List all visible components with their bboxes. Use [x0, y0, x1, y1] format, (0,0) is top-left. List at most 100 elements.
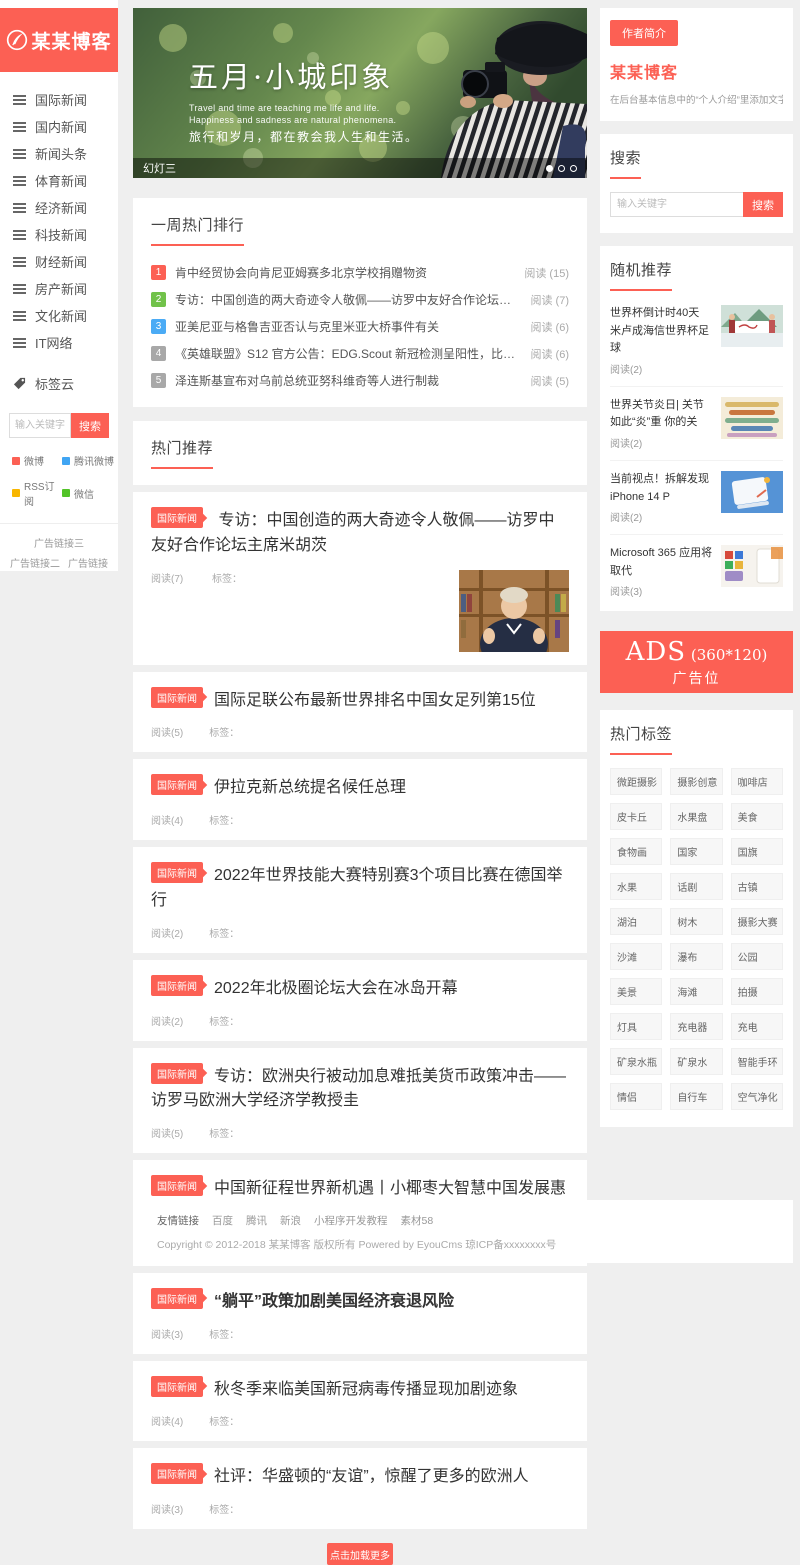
site-logo[interactable]: 某某博客	[0, 8, 118, 72]
article-thumbnail[interactable]	[459, 570, 569, 652]
tag-item[interactable]: 美景	[610, 978, 662, 1005]
tag-item[interactable]: 瀑布	[670, 943, 722, 970]
article-title[interactable]: 2022年世界技能大赛特别赛3个项目比赛在德国举行	[151, 867, 563, 909]
article-title[interactable]: 专访：欧洲央行被动加息难抵美货币政策冲击——访罗马欧洲大学经济学教授圭	[151, 1068, 566, 1110]
social-link[interactable]: 微博	[12, 453, 58, 468]
tag-item[interactable]: 灯具	[610, 1013, 662, 1040]
sidebar-search-input[interactable]	[9, 413, 71, 438]
tag-item[interactable]: 沙滩	[610, 943, 662, 970]
article-category-badge[interactable]: 国际新闻	[151, 975, 203, 996]
ad-link[interactable]: 广告链接三	[34, 535, 84, 555]
article-category-badge[interactable]: 国际新闻	[151, 1376, 203, 1397]
tag-item[interactable]: 皮卡丘	[610, 803, 662, 830]
sidebar-nav-item[interactable]: 体育新闻	[0, 167, 118, 194]
ad-link[interactable]: 广告链接二	[10, 555, 60, 575]
tag-item[interactable]: 微距摄影	[610, 768, 662, 795]
article-title[interactable]: 伊拉克新总统提名候任总理	[214, 779, 406, 796]
article-title[interactable]: 2022年北极圈论坛大会在冰岛开幕	[214, 980, 458, 997]
recommend-thumbnail[interactable]	[721, 397, 783, 439]
tag-item[interactable]: 古镇	[731, 873, 783, 900]
tag-item[interactable]: 水果盘	[670, 803, 722, 830]
article-card: 国际新闻社评：华盛顿的“友谊”，惊醒了更多的欧洲人 阅读(3)标签：	[133, 1448, 587, 1529]
sidebar-search: 搜索	[9, 413, 109, 438]
author-name[interactable]: 某某博客	[610, 59, 783, 83]
social-link[interactable]: 微信	[62, 478, 118, 508]
recommend-item-title[interactable]: 世界杯倒计时40天 米卢成海信世界杯足球	[610, 305, 713, 358]
tag-item[interactable]: 水果	[610, 873, 662, 900]
sidebar-nav-item[interactable]: 财经新闻	[0, 248, 118, 275]
rank-item-title[interactable]: 肯中经贸协会向肯尼亚姆赛多北京学校捐赠物资	[175, 264, 514, 281]
ad-link[interactable]: 广告链接	[68, 555, 108, 575]
rank-item-title[interactable]: 专访：中国创造的两大奇迹令人敬佩——访罗中友好合作论坛主席米胡茨	[175, 291, 521, 308]
tag-item[interactable]: 摄影大赛	[731, 908, 783, 935]
ad-banner[interactable]: ADS (360*120) 广告位	[600, 631, 793, 693]
recommend-item-title[interactable]: 世界关节炎日| 关节如此“炎”重 你的关	[610, 397, 713, 432]
article-category-badge[interactable]: 国际新闻	[151, 862, 203, 883]
social-link[interactable]: RSS订阅	[12, 478, 58, 508]
footer-link[interactable]: 新浪	[280, 1213, 301, 1228]
social-link[interactable]: 腾讯微博	[62, 453, 118, 468]
sidebar-nav-item[interactable]: IT网络	[0, 329, 118, 356]
rank-item-title[interactable]: 亚美尼亚与格鲁吉亚否认与克里米亚大桥事件有关	[175, 318, 521, 335]
sidebar-nav-item[interactable]: 国内新闻	[0, 113, 118, 140]
slider-dot[interactable]	[570, 165, 577, 172]
footer-link[interactable]: 素材58	[401, 1213, 434, 1228]
article-category-badge[interactable]: 国际新闻	[151, 507, 203, 528]
article-category-badge[interactable]: 国际新闻	[151, 687, 203, 708]
footer-link[interactable]: 百度	[212, 1213, 233, 1228]
article-category-badge[interactable]: 国际新闻	[151, 774, 203, 795]
sidebar-nav-item[interactable]: 文化新闻	[0, 302, 118, 329]
rank-item-title[interactable]: 《英雄联盟》S12 官方公告：EDG.Scout 新冠检测呈阳性，比赛顺序可能发	[175, 345, 521, 362]
tag-item[interactable]: 湖泊	[610, 908, 662, 935]
article-category-badge[interactable]: 国际新闻	[151, 1063, 203, 1084]
footer-link[interactable]: 小程序开发教程	[314, 1213, 388, 1228]
tag-item[interactable]: 矿泉水瓶	[610, 1048, 662, 1075]
tag-item[interactable]: 国家	[670, 838, 722, 865]
article-category-badge[interactable]: 国际新闻	[151, 1175, 203, 1196]
tag-item[interactable]: 空气净化	[731, 1083, 783, 1110]
article-category-badge[interactable]: 国际新闻	[151, 1288, 203, 1309]
tag-item[interactable]: 食物画	[610, 838, 662, 865]
tag-item[interactable]: 摄影创意	[670, 768, 722, 795]
load-more-button[interactable]: 点击加载更多	[327, 1543, 393, 1565]
tag-item[interactable]: 矿泉水	[670, 1048, 722, 1075]
footer-link[interactable]: 腾讯	[246, 1213, 267, 1228]
article-title[interactable]: “躺平”政策加剧美国经济衰退风险	[214, 1293, 454, 1310]
recommend-item-title[interactable]: Microsoft 365 应用将取代	[610, 545, 713, 580]
tag-item[interactable]: 充电器	[670, 1013, 722, 1040]
article-title[interactable]: 国际足联公布最新世界排名中国女足列第15位	[214, 692, 536, 709]
sidebar-nav-item[interactable]: 科技新闻	[0, 221, 118, 248]
tag-item[interactable]: 海滩	[670, 978, 722, 1005]
tag-item[interactable]: 充电	[731, 1013, 783, 1040]
recommend-item-title[interactable]: 当前视点！拆解发现 iPhone 14 P	[610, 471, 713, 506]
rank-item-title[interactable]: 泽连斯基宣布对乌前总统亚努科维奇等人进行制裁	[175, 372, 521, 389]
search-input[interactable]	[610, 192, 743, 217]
article-title[interactable]: 专访：中国创造的两大奇迹令人敬佩——访罗中友好合作论坛主席米胡茨	[151, 512, 554, 554]
tag-item[interactable]: 树木	[670, 908, 722, 935]
recommend-thumbnail[interactable]	[721, 545, 783, 587]
tag-item[interactable]: 话剧	[670, 873, 722, 900]
tag-item[interactable]: 自行车	[670, 1083, 722, 1110]
tag-item[interactable]: 国旗	[731, 838, 783, 865]
tag-item[interactable]: 美食	[731, 803, 783, 830]
tag-item[interactable]: 情侣	[610, 1083, 662, 1110]
hero-slider[interactable]: 五月·小城印象 Travel and time are teaching me …	[133, 8, 587, 178]
tag-item[interactable]: 咖啡店	[731, 768, 783, 795]
article-category-badge[interactable]: 国际新闻	[151, 1463, 203, 1484]
tag-item[interactable]: 拍摄	[731, 978, 783, 1005]
tag-item[interactable]: 智能手环	[731, 1048, 783, 1075]
article-title[interactable]: 社评：华盛顿的“友谊”，惊醒了更多的欧洲人	[214, 1468, 529, 1485]
sidebar-item-tag-cloud[interactable]: 标签云	[0, 370, 118, 397]
sidebar-nav-item[interactable]: 经济新闻	[0, 194, 118, 221]
article-title[interactable]: 秋冬季来临美国新冠病毒传播显现加剧迹象	[214, 1381, 518, 1398]
tag-item[interactable]: 公园	[731, 943, 783, 970]
sidebar-nav-item[interactable]: 新闻头条	[0, 140, 118, 167]
sidebar-search-button[interactable]: 搜索	[71, 413, 109, 438]
slider-dot[interactable]	[546, 165, 553, 172]
recommend-thumbnail[interactable]	[721, 471, 783, 513]
slider-dot[interactable]	[558, 165, 565, 172]
sidebar-nav-item[interactable]: 国际新闻	[0, 86, 118, 113]
search-button[interactable]: 搜索	[743, 192, 783, 217]
recommend-thumbnail[interactable]	[721, 305, 783, 347]
sidebar-nav-item[interactable]: 房产新闻	[0, 275, 118, 302]
